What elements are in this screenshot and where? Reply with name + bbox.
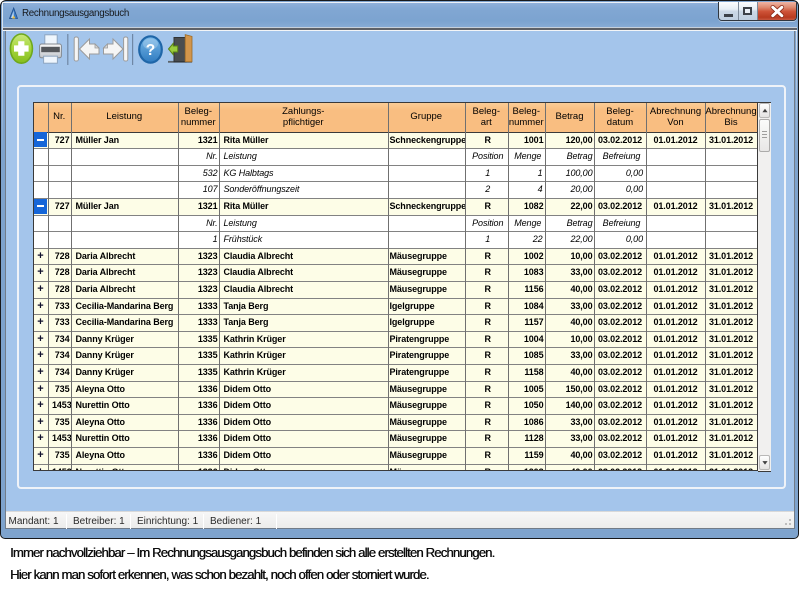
svg-text:?: ?	[146, 42, 155, 59]
